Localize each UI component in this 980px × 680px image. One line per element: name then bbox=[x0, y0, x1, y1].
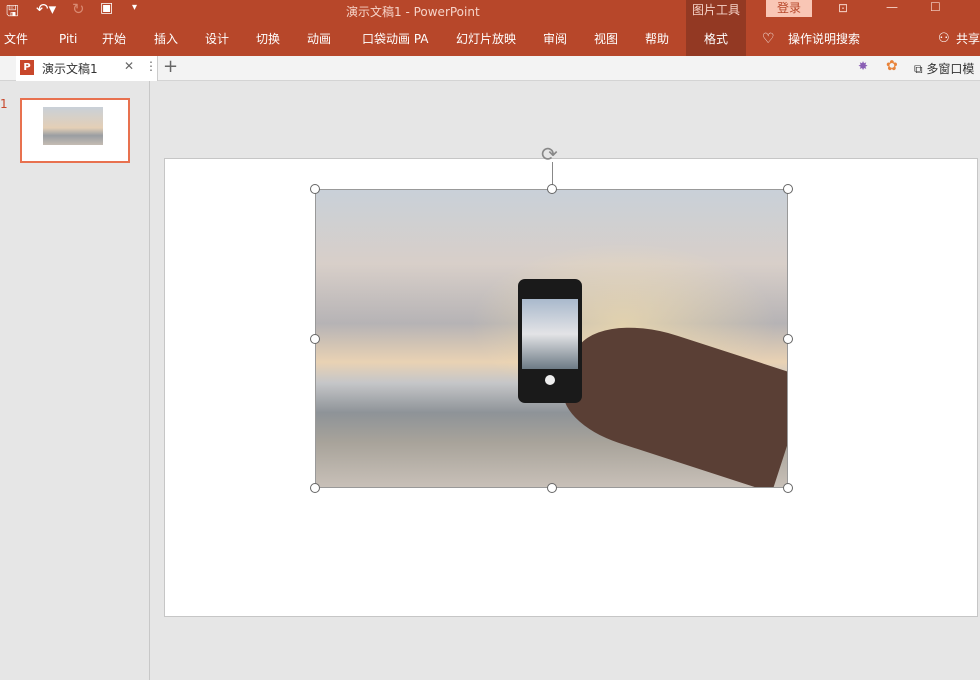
resize-handle-right[interactable] bbox=[783, 334, 793, 344]
tab-view[interactable]: 视图 bbox=[594, 22, 618, 56]
thumbnail-image bbox=[43, 107, 103, 145]
tab-file[interactable]: 文件 bbox=[4, 22, 28, 56]
ribbon-display-icon[interactable]: ⊡ bbox=[838, 1, 848, 15]
slide-thumbnail-panel: 1 bbox=[0, 81, 150, 680]
new-tab-button[interactable]: + bbox=[163, 56, 178, 77]
magic-wand-icon[interactable]: ✸ bbox=[858, 59, 868, 73]
tab-help[interactable]: 帮助 bbox=[645, 22, 669, 56]
tab-insert[interactable]: 插入 bbox=[154, 22, 178, 56]
tab-menu-icon[interactable]: ⋮ bbox=[145, 59, 157, 73]
tab-piti[interactable]: Piti bbox=[59, 22, 77, 56]
tab-home[interactable]: 开始 bbox=[102, 22, 126, 56]
resize-handle-top-right[interactable] bbox=[783, 184, 793, 194]
tab-transitions[interactable]: 切换 bbox=[256, 22, 280, 56]
resize-handle-left[interactable] bbox=[310, 334, 320, 344]
powerpoint-icon: P bbox=[20, 60, 34, 75]
undo-icon[interactable]: ↶▾ bbox=[36, 0, 56, 18]
ribbon-tabs: 文件 Piti 开始 插入 设计 切换 动画 口袋动画 PA 幻灯片放映 审阅 … bbox=[0, 22, 980, 56]
title-bar: 🖫 ↶▾ ↻ ▣ ▾ 演示文稿1 - PowerPoint 图片工具 登录 ⊡ … bbox=[0, 0, 980, 22]
phone-screen bbox=[522, 299, 578, 369]
tab-design[interactable]: 设计 bbox=[205, 22, 229, 56]
context-tool-label: 图片工具 bbox=[686, 0, 746, 22]
share-button[interactable]: 共享 bbox=[956, 22, 980, 56]
resize-handle-bottom-right[interactable] bbox=[783, 483, 793, 493]
tell-me-search[interactable]: 操作说明搜索 bbox=[788, 22, 860, 56]
document-tab[interactable]: P 演示文稿1 ✕ ⋮ bbox=[16, 56, 158, 81]
tab-review[interactable]: 审阅 bbox=[543, 22, 567, 56]
settings-icon[interactable]: ✿ bbox=[886, 58, 898, 74]
redo-icon[interactable]: ↻ bbox=[72, 0, 85, 18]
multi-window-label: 多窗口模 bbox=[926, 62, 975, 76]
selected-picture[interactable] bbox=[315, 189, 788, 488]
window-title: 演示文稿1 - PowerPoint bbox=[346, 5, 480, 19]
close-tab-icon[interactable]: ✕ bbox=[124, 59, 134, 73]
resize-handle-bottom-left[interactable] bbox=[310, 483, 320, 493]
phone bbox=[518, 279, 582, 403]
resize-handle-top[interactable] bbox=[547, 184, 557, 194]
user-icon: ⚇ bbox=[938, 31, 950, 46]
document-tab-bar: P 演示文稿1 ✕ ⋮ + ✸ ✿ ⧉ 多窗口模 bbox=[0, 56, 980, 81]
resize-handle-bottom[interactable] bbox=[547, 483, 557, 493]
slide-number: 1 bbox=[0, 97, 8, 111]
multi-window-button[interactable]: ⧉ 多窗口模 bbox=[914, 60, 974, 77]
rotate-handle-icon[interactable]: ⟳ bbox=[541, 142, 558, 166]
login-button[interactable]: 登录 bbox=[766, 0, 812, 17]
slideshow-icon[interactable]: ▣ bbox=[100, 0, 113, 16]
tab-animations[interactable]: 动画 bbox=[307, 22, 331, 56]
maximize-button[interactable]: ☐ bbox=[930, 0, 941, 14]
lightbulb-icon: ♡ bbox=[762, 31, 775, 47]
tab-format[interactable]: 格式 bbox=[686, 22, 746, 56]
resize-handle-top-left[interactable] bbox=[310, 184, 320, 194]
document-tab-label: 演示文稿1 bbox=[42, 62, 98, 76]
minimize-button[interactable]: — bbox=[886, 0, 898, 14]
slide-thumbnail[interactable] bbox=[20, 98, 130, 163]
shutter-button bbox=[545, 375, 555, 385]
tab-pocket-animation[interactable]: 口袋动画 PA bbox=[362, 22, 429, 56]
customize-icon[interactable]: ▾ bbox=[132, 2, 137, 13]
tab-slideshow[interactable]: 幻灯片放映 bbox=[456, 22, 516, 56]
